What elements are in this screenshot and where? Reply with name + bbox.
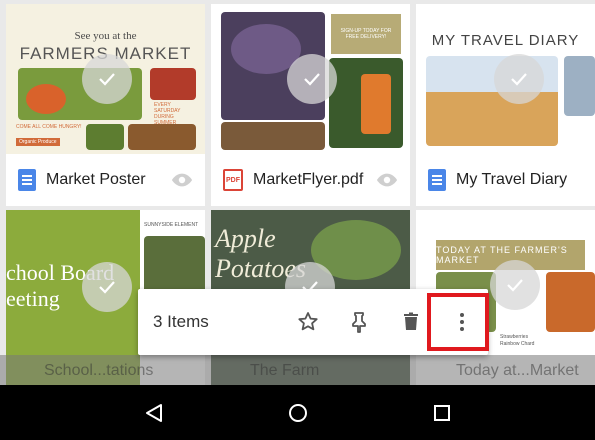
file-name: MarketFlyer.pdf: [253, 171, 364, 188]
produce-image: [128, 124, 196, 150]
pin-icon: [352, 312, 367, 333]
card-footer-partial: School...tations: [18, 362, 153, 380]
card-footer-partial: The Farm: [222, 362, 319, 380]
android-nav-bar: [0, 385, 595, 440]
trash-icon: [403, 312, 418, 330]
home-button[interactable]: [226, 385, 370, 440]
selected-check-icon: [287, 54, 337, 104]
produce-image: [546, 272, 595, 332]
selected-check-icon: [82, 262, 132, 312]
card-travel-diary[interactable]: MY TRAVEL DIARY My Travel Diary: [416, 4, 595, 206]
selection-action-bar: 3 Items: [138, 289, 488, 355]
thumb-title: MY TRAVEL DIARY: [431, 32, 580, 49]
travel-image: [564, 56, 595, 116]
selected-check-icon: [494, 54, 544, 104]
thumbnail: MY TRAVEL DIARY: [416, 4, 595, 154]
card-market-flyer[interactable]: SIGN-UP TODAY FOR FREE DELIVERY! PDF Mar…: [211, 4, 410, 206]
card-footer-partial: Today at...Market: [428, 362, 579, 380]
star-button[interactable]: [282, 297, 334, 347]
thumb-tag: Organic Produce: [16, 138, 60, 146]
selected-check-icon: [82, 54, 132, 104]
pdf-icon: PDF: [223, 169, 243, 191]
thumb-caption: Strawberries Rainbow Chard: [500, 334, 535, 347]
selected-count: 3 Items: [153, 312, 209, 331]
card-footer: Market Poster: [6, 154, 205, 206]
eye-icon[interactable]: [376, 169, 398, 191]
file-name: The Farm: [250, 362, 320, 379]
thumbnail: See you at the FARMERS MARKET COME ALL C…: [6, 4, 205, 154]
card-footer: My Travel Diary: [416, 154, 595, 206]
thumb-text: EVERY SATURDAY DURING SUMMER: [154, 102, 181, 126]
back-button[interactable]: [82, 385, 226, 440]
file-name: My Travel Diary: [456, 171, 568, 188]
thumb-text: See you at the: [74, 30, 137, 42]
more-vert-icon: [460, 313, 465, 331]
selected-check-icon: [490, 260, 540, 310]
file-name: Market Poster: [46, 171, 146, 188]
file-name: School...tations: [44, 362, 154, 379]
produce-image: [361, 74, 391, 134]
produce-image: [221, 122, 325, 150]
delete-button[interactable]: [385, 297, 437, 347]
home-icon: [288, 403, 307, 422]
star-icon: [298, 312, 318, 331]
produce-image: [86, 124, 124, 150]
thumb-text: COME ALL COME HUNGRY!: [16, 124, 82, 130]
back-icon: [145, 403, 162, 422]
thumb-caption: SUNNYSIDE ELEMENT: [144, 222, 199, 228]
card-market-poster[interactable]: See you at the FARMERS MARKET COME ALL C…: [6, 4, 205, 206]
doc-icon: [428, 169, 446, 191]
card-footer: PDF MarketFlyer.pdf: [211, 154, 410, 206]
recents-icon: [433, 404, 450, 421]
doc-icon: [18, 169, 36, 191]
thumb-label: SIGN-UP TODAY FOR FREE DELIVERY!: [331, 14, 401, 54]
produce-image: [150, 68, 196, 100]
file-name: Today at...Market: [456, 362, 579, 379]
produce-image: [26, 84, 66, 114]
eye-icon[interactable]: [171, 169, 193, 191]
more-options-button[interactable]: [436, 297, 488, 347]
recents-button[interactable]: [370, 385, 514, 440]
thumbnail: SIGN-UP TODAY FOR FREE DELIVERY!: [211, 4, 410, 154]
pin-button[interactable]: [333, 297, 385, 347]
